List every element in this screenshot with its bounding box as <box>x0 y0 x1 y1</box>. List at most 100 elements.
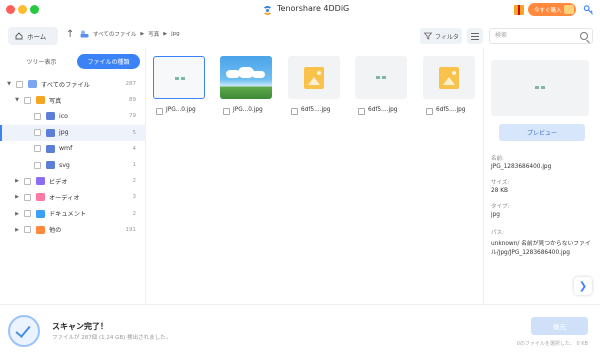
sidebar-item-count: 79 <box>129 113 136 120</box>
app-window: Tenorshare 4DDiG 今すぐ購入 ホーム ↑ すべてのファイル ▶ <box>0 0 600 353</box>
file-item[interactable]: 6df5....jpg <box>288 56 340 122</box>
breadcrumb-jpg[interactable]: jpg <box>171 31 180 37</box>
buy-now-button[interactable]: 今すぐ購入 <box>528 3 576 16</box>
search-icon[interactable] <box>580 32 588 40</box>
key-icon[interactable] <box>583 4 594 16</box>
zoom-window-button[interactable] <box>30 5 39 14</box>
sidebar-item-5[interactable]: svg 1 <box>0 157 146 173</box>
sidebar-item-label: wmf <box>59 145 73 153</box>
filter-label: フィルタ <box>435 33 459 41</box>
filter-icon <box>424 32 432 40</box>
folder-icon <box>46 112 55 121</box>
folder-icon <box>46 128 55 137</box>
sidebar-item-9[interactable]: ▶ 他の 191 <box>0 222 146 238</box>
list-view-icon <box>471 33 479 34</box>
status-bar: スキャン完了！ ファイルが 287個 (1.24 GB) 検出されました。 復元… <box>0 304 600 353</box>
chevron-right-icon[interactable]: ▶ <box>14 227 20 233</box>
sidebar-checkbox[interactable] <box>16 80 23 88</box>
sidebar-item-2[interactable]: ico 79 <box>0 108 146 124</box>
crown-icon <box>564 5 574 14</box>
sidebar-checkbox[interactable] <box>34 145 41 153</box>
list-view-button[interactable] <box>467 28 483 44</box>
file-item[interactable]: JPG...0.jpg <box>220 56 272 122</box>
name-key: 名前: <box>491 156 504 162</box>
file-thumbnail[interactable] <box>220 56 272 99</box>
folder-icon <box>46 144 55 153</box>
sidebar-checkbox[interactable] <box>24 210 31 218</box>
file-checkbox[interactable] <box>156 108 163 115</box>
tab-tree-view[interactable]: ツリー表示 <box>10 54 73 69</box>
file-name: JPG...0.jpg <box>166 107 196 113</box>
preview-area <box>491 60 589 116</box>
sidebar-checkbox[interactable] <box>24 177 31 185</box>
app-logo-icon <box>263 5 272 16</box>
chevron-right-icon[interactable]: ▶ <box>14 178 20 184</box>
home-label: ホーム <box>27 33 47 41</box>
recover-button[interactable]: 復元 <box>531 317 588 335</box>
breadcrumb-all-files[interactable]: すべてのファイル <box>93 30 136 38</box>
sidebar-item-1[interactable]: ▼ 写真 89 <box>0 92 146 108</box>
file-thumbnail[interactable] <box>423 56 475 99</box>
sidebar-item-label: svg <box>59 161 70 169</box>
sidebar-item-label: ビデオ <box>49 178 68 186</box>
sidebar-item-3[interactable]: jpg 5 <box>0 124 146 141</box>
minimize-window-button[interactable] <box>18 5 27 14</box>
up-arrow-icon[interactable]: ↑ <box>66 29 74 41</box>
sidebar-checkbox[interactable] <box>34 161 41 169</box>
sidebar-checkbox[interactable] <box>34 129 41 137</box>
chevron-right-icon[interactable]: ▶ <box>14 211 20 217</box>
chevron-right-icon: ❯ <box>578 280 588 292</box>
breadcrumb-photos[interactable]: 写真 <box>148 30 159 38</box>
file-checkbox[interactable] <box>291 108 298 115</box>
gift-icon[interactable] <box>514 5 524 15</box>
file-thumbnail[interactable] <box>288 56 340 99</box>
file-checkbox[interactable] <box>426 108 433 115</box>
audio-icon <box>36 193 45 202</box>
file-thumbnail[interactable] <box>355 56 407 99</box>
chevron-down-icon[interactable]: ▼ <box>14 97 20 103</box>
sidebar-item-count: 287 <box>125 81 137 88</box>
broken-image-icon <box>175 77 185 80</box>
type-value: jpg <box>491 212 500 218</box>
file-item[interactable]: 6df5....jpg <box>423 56 475 122</box>
file-thumbnail[interactable] <box>153 56 205 99</box>
file-checkbox[interactable] <box>223 108 230 115</box>
photo-icon <box>36 96 45 105</box>
home-button[interactable]: ホーム <box>8 27 58 45</box>
chevron-right-icon[interactable]: ▶ <box>14 194 20 200</box>
scan-summary: ファイルが 287個 (1.24 GB) 検出されました。 <box>52 335 172 341</box>
search-input[interactable]: 検索 <box>489 28 593 44</box>
check-circle-icon <box>8 315 40 347</box>
sidebar-item-count: 2 <box>132 210 137 217</box>
preview-button[interactable]: プレビュー <box>499 124 585 141</box>
sidebar-item-count: 191 <box>125 226 137 233</box>
chevron-down-icon[interactable]: ▼ <box>6 81 12 87</box>
file-name: 6df5....jpg <box>368 107 398 113</box>
sidebar-item-8[interactable]: ▶ ドキュメント 2 <box>0 206 146 222</box>
sidebar-item-6[interactable]: ▶ ビデオ 2 <box>0 173 146 189</box>
buy-now-label: 今すぐ購入 <box>534 7 562 14</box>
close-window-button[interactable] <box>6 5 15 14</box>
filter-button[interactable]: フィルタ <box>420 28 462 44</box>
path-key: パス: <box>491 230 504 236</box>
file-item[interactable]: 6df5....jpg <box>355 56 407 122</box>
chevron-right-icon: ▶ <box>163 31 168 37</box>
home-icon <box>15 32 23 40</box>
sidebar-checkbox[interactable] <box>24 226 31 234</box>
file-item[interactable]: JPG...0.jpg <box>153 56 205 122</box>
scan-complete-title: スキャン完了！ <box>52 322 108 331</box>
file-checkbox[interactable] <box>358 108 365 115</box>
sidebar-checkbox[interactable] <box>24 96 31 104</box>
sidebar-item-count: 3 <box>132 194 137 201</box>
sidebar-item-7[interactable]: ▶ オーディオ 3 <box>0 189 146 205</box>
sidebar-checkbox[interactable] <box>24 193 31 201</box>
tab-file-type[interactable]: ファイルの種類 <box>77 54 140 69</box>
sidebar-item-label: ico <box>59 112 68 120</box>
next-arrow-button[interactable]: ❯ <box>574 277 592 295</box>
sidebar-item-label: すべてのファイル <box>41 81 90 89</box>
sidebar-item-4[interactable]: wmf 4 <box>0 141 146 157</box>
sidebar-item-0[interactable]: ▼ すべてのファイル 287 <box>0 76 146 92</box>
type-key: タイプ: <box>491 204 510 210</box>
image-file-icon <box>439 67 459 89</box>
sidebar-checkbox[interactable] <box>34 112 41 120</box>
